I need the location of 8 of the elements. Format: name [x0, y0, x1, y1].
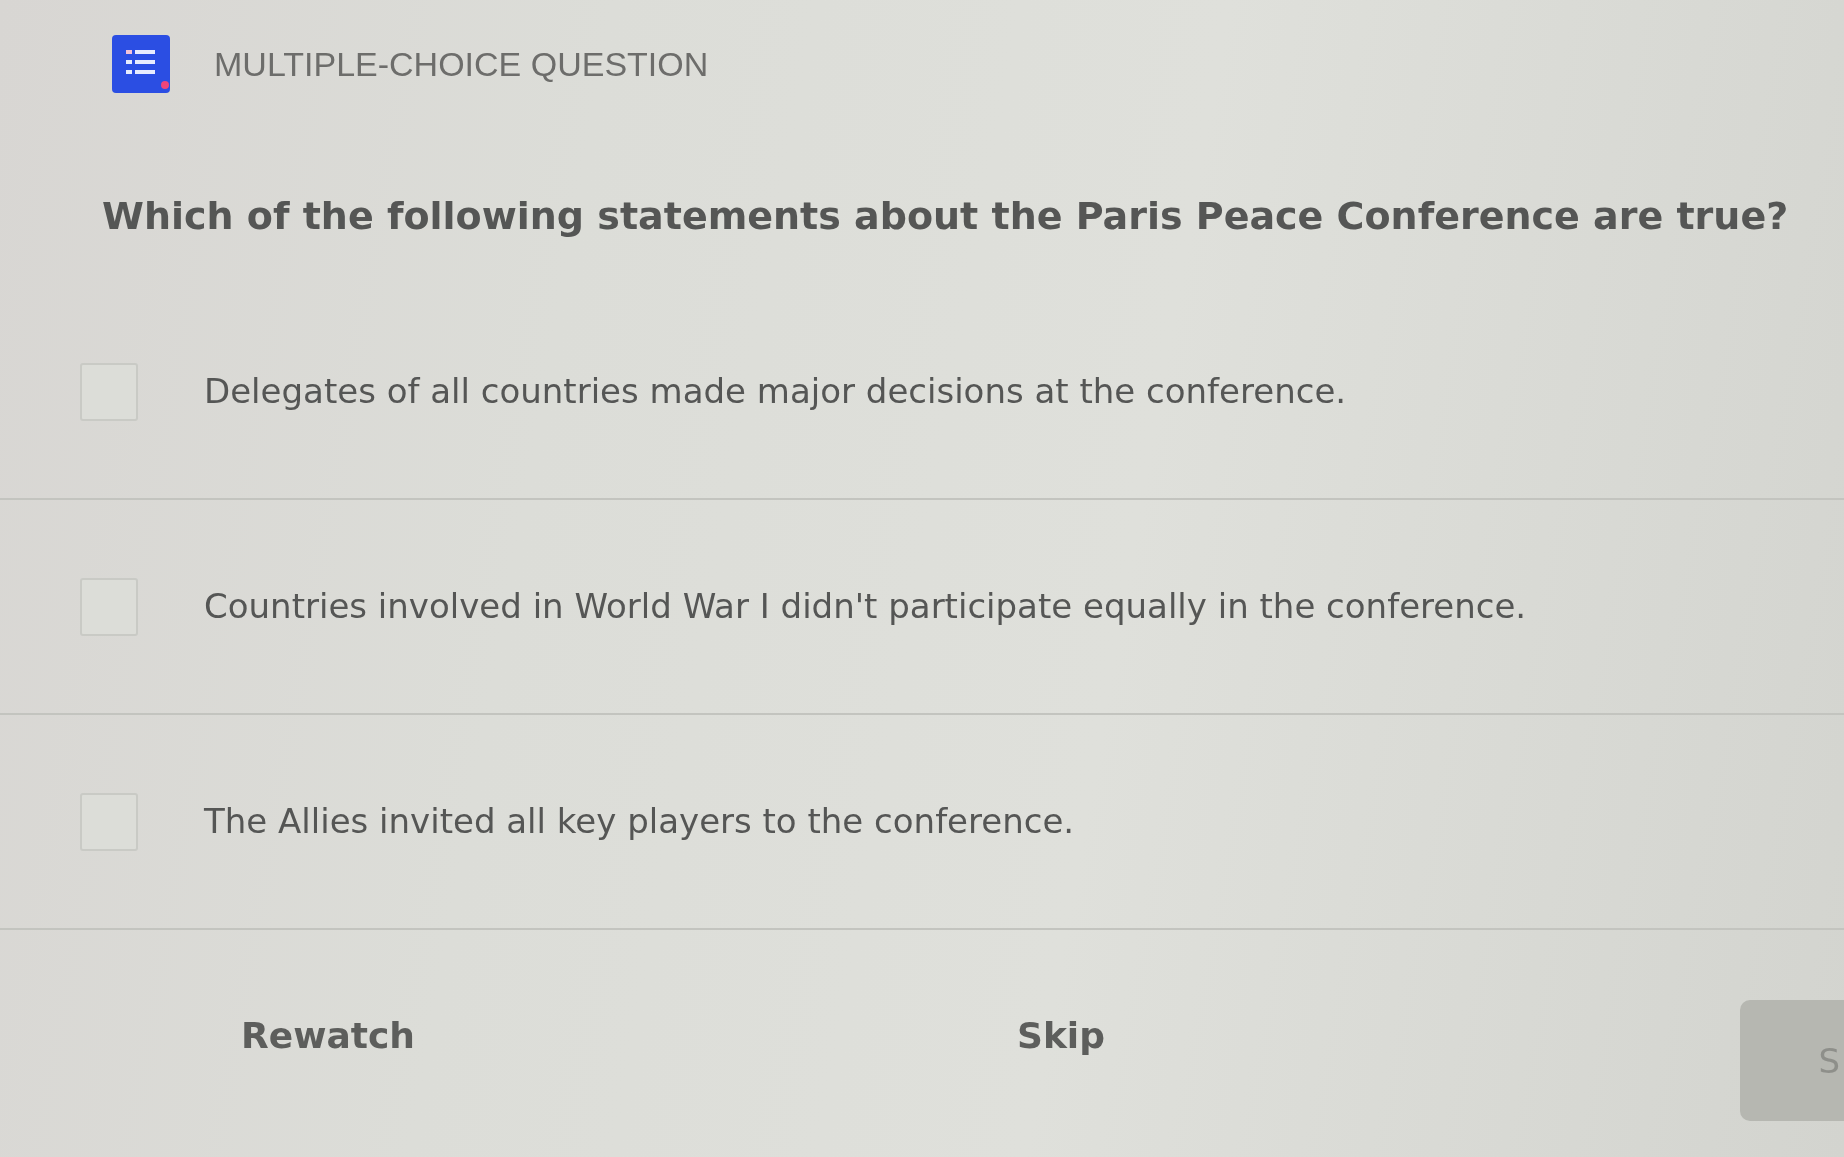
question-text: Which of the following statements about the Paris Peace Conference are true?	[102, 193, 1790, 240]
list-icon	[112, 35, 170, 93]
question-type-label: MULTIPLE-CHOICE QUESTION	[214, 43, 709, 85]
answer-option-text: The Allies invited all key players to the conference.	[204, 801, 1075, 842]
answer-option-text: Delegates of all countries made major decisions at the conference.	[204, 371, 1347, 412]
text-link[interactable]: Skip	[1017, 1014, 1105, 1058]
text-link[interactable]: Rewatch	[241, 1014, 415, 1058]
answer-option-text: Countries involved in World War I didn't participate equally in the conference.	[204, 586, 1527, 627]
